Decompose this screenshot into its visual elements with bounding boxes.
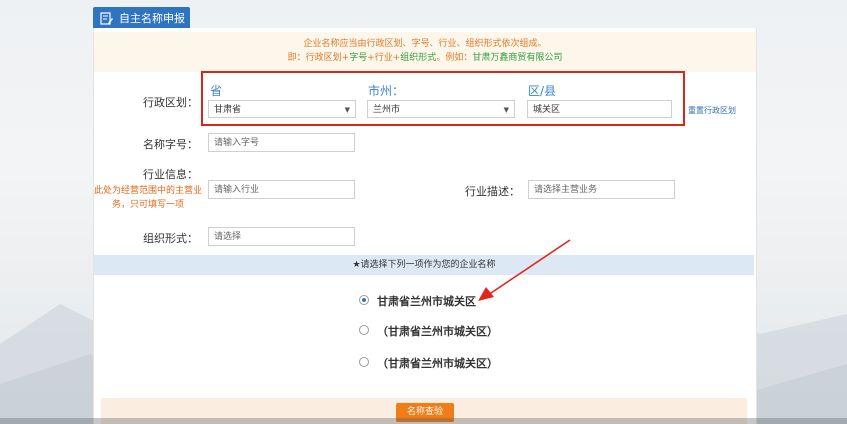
city-select[interactable]: 兰州市 ▼ [367,100,515,118]
option-radio-2[interactable] [359,325,369,335]
tab-name-declaration[interactable]: 自主名称申报 [93,7,190,30]
name-label: 名称字号： [143,138,198,151]
district-input[interactable]: 城关区 [527,100,672,118]
notice-example: 甘肃万鑫商贸有限公司 [472,53,563,63]
org-input[interactable]: 请选择 [208,227,355,246]
province-label: 省 [210,84,223,98]
option-label-3[interactable]: （甘肃省兰州市城关区） [377,355,498,371]
province-value: 甘肃省 [214,105,242,115]
notice-line2: 即：行政区划+字号+行业+组织形式。例如：甘肃万鑫商贸有限公司 [94,51,756,65]
name-input[interactable]: 请输入字号 [208,133,355,152]
province-select[interactable]: 甘肃省 ▼ [208,100,356,118]
chevron-down-icon: ▼ [503,106,509,114]
city-value: 兰州市 [373,105,401,115]
notice-line2-prefix: 即：行政区划+ [287,53,350,63]
notice-line2-part2: +行业+ [367,53,401,63]
district-value: 城关区 [533,105,561,115]
region-label: 行政区划： [143,96,198,109]
industry-hint: 此处为经营范围中的主营业务，只可填写一项 [93,186,202,210]
industry-input[interactable]: 请输入行业 [208,180,355,199]
bottom-strip [0,418,847,424]
industry-desc-label: 行业描述： [465,185,520,198]
tab-label: 自主名称申报 [119,12,185,25]
notice-line2-part3: 组织形式 [400,53,437,63]
edit-document-icon [100,12,113,25]
reset-region-link[interactable]: 重置行政区划 [688,105,736,116]
option-radio-1[interactable] [359,295,369,305]
industry-desc-input[interactable]: 请选择主营业务 [528,180,675,199]
notice-line1: 企业名称应当由行政区划、字号、行业、组织形式依次组成。 [303,39,547,49]
choose-name-bar: ★请选择下列一项作为您的企业名称 [94,255,754,275]
option-label-2[interactable]: （甘肃省兰州市城关区） [377,323,498,339]
industry-label: 行业信息： [143,168,198,181]
naming-notice: 企业名称应当由行政区划、字号、行业、组织形式依次组成。 即：行政区划+字号+行业… [94,32,756,72]
chevron-down-icon: ▼ [344,106,350,114]
notice-line2-part1: 字号 [349,53,368,63]
option-radio-3[interactable] [359,357,369,367]
city-label: 市州： [368,84,405,98]
org-label: 组织形式： [143,232,198,245]
option-label-1[interactable]: 甘肃省兰州市城关区 [377,293,476,309]
district-label: 区/县 [528,84,557,98]
notice-line2-mid: 。例如： [436,53,473,63]
red-arrow-annotation [478,239,571,301]
